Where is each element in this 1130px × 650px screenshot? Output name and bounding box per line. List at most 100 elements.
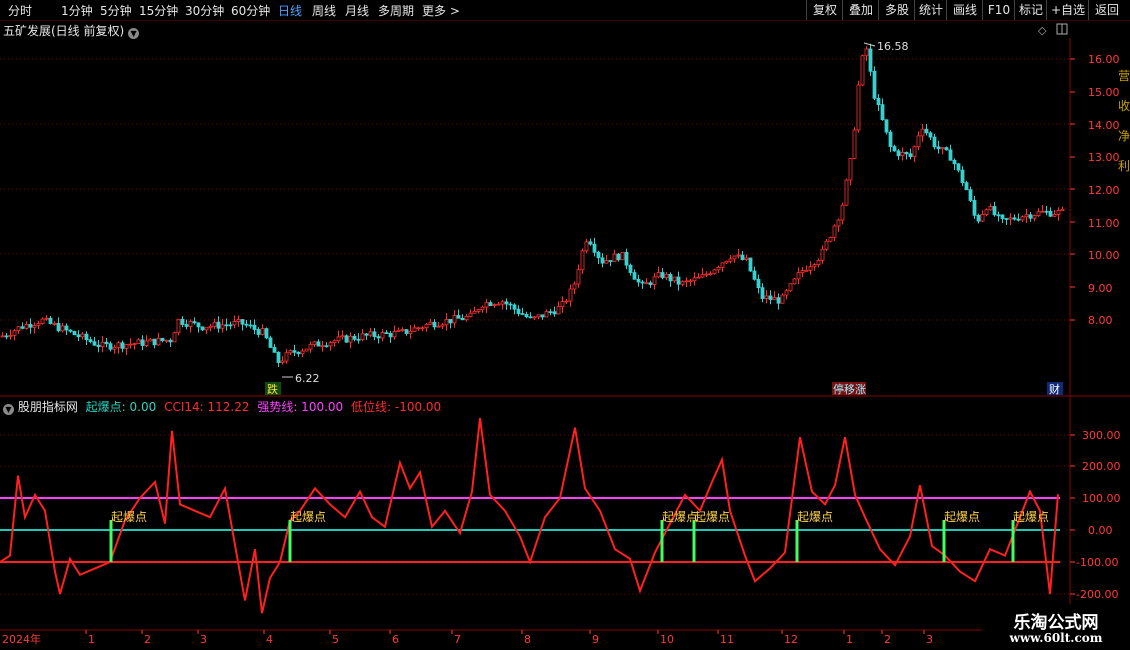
candle-body (196, 322, 201, 328)
event-marker[interactable]: 财 (1049, 382, 1060, 396)
candle-body (648, 282, 653, 285)
date-tick: 10 (660, 633, 674, 646)
candle-body (76, 334, 81, 338)
candle-body (916, 135, 921, 148)
candle-body (972, 200, 977, 216)
date-tick: 6 (392, 633, 399, 646)
candle-body (888, 131, 893, 147)
candle-body (308, 344, 313, 350)
candle-body (112, 346, 117, 350)
candle-body (968, 189, 973, 201)
low-annotation: 6.22 (282, 372, 320, 385)
candle-body (760, 287, 765, 299)
indicator-tick: 300.00 (1082, 429, 1121, 442)
date-tick: 2 (144, 633, 151, 646)
event-marker[interactable]: 停移涨 (833, 382, 866, 396)
candle-body (852, 129, 857, 159)
candle-body (536, 314, 541, 318)
candle-body (304, 348, 309, 352)
candle-body (456, 315, 461, 319)
high-label: 16.58 (877, 40, 909, 53)
signal-bar (692, 520, 696, 562)
candle-body (908, 153, 913, 158)
chart-canvas[interactable]: 16.00 15.00 14.00 13.00 12.00 11.00 10.0… (0, 0, 1130, 650)
price-tick: 16.00 (1088, 53, 1120, 66)
candle-body (840, 204, 845, 221)
low-label: 6.22 (295, 372, 320, 385)
candle-body (492, 304, 497, 306)
signal-bar (288, 520, 292, 562)
watermark-url: www.60lt.com (1009, 631, 1103, 645)
signal-label: 起爆点 (797, 510, 833, 524)
candle-body (296, 351, 301, 355)
candle-body (712, 269, 717, 275)
candle-body (360, 333, 365, 340)
candle-body (724, 260, 729, 264)
candle-body (44, 317, 49, 320)
candle-body (772, 297, 777, 300)
candle-body (1056, 210, 1061, 215)
date-tick: 1 (88, 633, 95, 646)
candle-body (824, 240, 829, 250)
candle-body (688, 280, 693, 283)
candle-body (472, 310, 477, 314)
candle-body (684, 280, 689, 283)
date-tick: 9 (592, 633, 599, 646)
candle-body (828, 236, 833, 242)
candle-body (584, 241, 589, 252)
date-tick: 2024年 (2, 632, 41, 646)
candle-body (912, 146, 917, 158)
candle-body (900, 151, 905, 157)
candle-body (236, 319, 241, 322)
candle-body (636, 278, 641, 283)
candle-body (1040, 210, 1045, 213)
candle-body (956, 163, 961, 171)
candle-body (876, 97, 881, 105)
candle-body (188, 321, 193, 327)
candle-body (28, 323, 33, 328)
candle-body (1024, 214, 1029, 218)
stock-chart-app: 分时 1分钟 5分钟 15分钟 30分钟 60分钟 日线 周线 月线 多周期 更… (0, 0, 1130, 650)
candle-body (348, 335, 353, 343)
candle-body (428, 321, 433, 325)
candle-body (508, 303, 513, 306)
indicator-tick: -200.00 (1076, 588, 1118, 601)
event-marker[interactable]: 跌 (267, 382, 278, 396)
candle-body (856, 84, 861, 131)
candle-body (556, 306, 561, 315)
candle-body (596, 251, 601, 259)
candle-body (248, 324, 253, 327)
signal-label: 起爆点 (944, 510, 980, 524)
candle-body (156, 337, 161, 346)
candle-body (980, 214, 985, 222)
candle-body (72, 330, 77, 336)
candle-body (756, 278, 761, 289)
candle-body (872, 70, 877, 99)
candle-body (552, 311, 557, 315)
date-tick: 2 (884, 633, 891, 646)
candle-body (272, 347, 277, 353)
candle-body (1012, 217, 1017, 220)
candle-body (512, 304, 517, 310)
candle-body (324, 345, 329, 348)
candle-body (292, 350, 297, 353)
signal-bar (942, 520, 946, 562)
candle-body (680, 281, 685, 285)
candle-body (540, 314, 545, 318)
signal-bar (1011, 520, 1015, 562)
candle-body (216, 321, 221, 329)
candle-body (404, 329, 409, 334)
candle-body (880, 104, 885, 121)
diamond-icon[interactable]: ◇ (1038, 24, 1047, 37)
candle-body (660, 272, 665, 278)
candle-body (696, 276, 701, 279)
candle-body (752, 270, 757, 280)
candle-body (444, 319, 449, 326)
candle-body (804, 269, 809, 272)
candle-body (476, 309, 481, 312)
candle-body (376, 336, 381, 339)
candle-body (124, 344, 129, 349)
candle-body (260, 328, 265, 335)
candle-body (48, 317, 53, 324)
candle-body (620, 251, 625, 261)
